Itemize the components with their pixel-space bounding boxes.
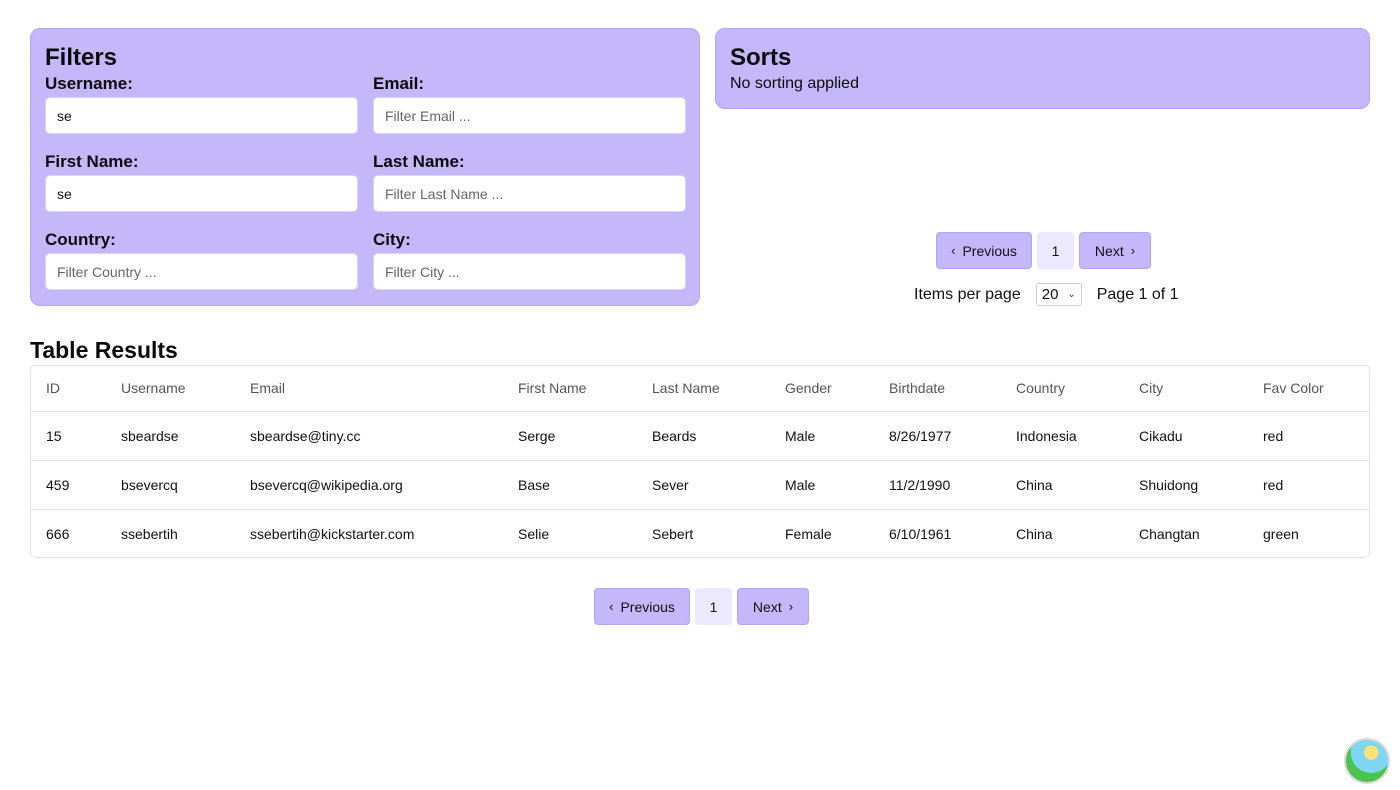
cell-last-name: Beards	[637, 411, 770, 461]
last-name-filter-input[interactable]	[373, 175, 686, 212]
cell-id: 15	[31, 411, 106, 461]
previous-label: Previous	[962, 242, 1017, 259]
cell-birthdate: 8/26/1977	[874, 411, 1001, 461]
items-per-page-select[interactable]: 20 ⌄	[1035, 283, 1082, 306]
sorts-status: No sorting applied	[730, 75, 859, 92]
chevron-down-icon: ⌄	[1067, 289, 1076, 300]
first-name-filter-input[interactable]	[45, 175, 358, 212]
cell-id: 459	[31, 460, 106, 510]
table-row: 15 sbeardse sbeardse@tiny.cc Serge Beard…	[31, 411, 1369, 461]
table-row: 666 ssebertih ssebertih@kickstarter.com …	[31, 509, 1369, 557]
cell-country: China	[1001, 460, 1124, 510]
column-header-last-name[interactable]: Last Name	[637, 366, 770, 412]
next-page-button[interactable]: Next ›	[1079, 232, 1151, 269]
results-title: Table Results	[30, 337, 178, 363]
cell-gender: Male	[770, 411, 874, 461]
column-header-birthdate[interactable]: Birthdate	[874, 366, 1001, 412]
cell-username: ssebertih	[121, 525, 178, 542]
cell-email: bsevercq@wikipedia.org	[235, 460, 503, 510]
filters-panel: Filters Username: Email: First Name: Las…	[30, 28, 700, 306]
filter-email-label: Email:	[373, 74, 425, 93]
cell-country: Indonesia	[1001, 411, 1124, 461]
cell-city: Shuidong	[1124, 460, 1248, 510]
previous-page-button[interactable]: ‹ Previous	[594, 588, 690, 625]
chevron-left-icon: ‹	[951, 243, 956, 258]
previous-page-button[interactable]: ‹ Previous	[936, 232, 1032, 269]
cell-country: China	[1016, 525, 1053, 542]
column-header-email[interactable]: Email	[235, 366, 503, 412]
cell-fav-color: red	[1248, 460, 1369, 510]
username-filter-input[interactable]	[45, 97, 358, 134]
filter-first-name-label: First Name:	[45, 152, 139, 171]
chevron-right-icon: ›	[1130, 243, 1136, 258]
country-filter-input[interactable]	[45, 253, 358, 290]
items-per-page-label: Items per page	[914, 285, 1021, 303]
filter-last-name: Last Name:	[373, 151, 686, 229]
column-header-country[interactable]: Country	[1001, 366, 1124, 412]
page-1-button[interactable]: 1	[1037, 232, 1074, 269]
cell-birthdate: 11/2/1990	[874, 460, 1001, 510]
cell-email: ssebertih@kickstarter.com	[250, 525, 415, 542]
cell-last-name: Sebert	[652, 525, 694, 542]
cell-gender: Male	[770, 460, 874, 510]
filters-title: Filters	[45, 44, 118, 71]
top-pagination: ‹ Previous 1 Next ›	[936, 232, 1151, 269]
cell-id: 666	[46, 525, 70, 542]
filter-first-name: First Name:	[45, 151, 358, 229]
results-table: ID Username Email First Name Last Name G…	[31, 366, 1369, 557]
column-header-gender[interactable]: Gender	[770, 366, 874, 412]
filter-email: Email:	[373, 73, 686, 151]
next-label: Next	[752, 598, 782, 615]
table-header-row: ID Username Email First Name Last Name G…	[31, 366, 1369, 412]
column-header-id[interactable]: ID	[31, 366, 106, 412]
sorts-title: Sorts	[730, 44, 792, 71]
filter-last-name-label: Last Name:	[373, 152, 465, 171]
cell-first-name: Selie	[518, 525, 550, 542]
chevron-right-icon: ›	[788, 599, 794, 614]
table-row: 459 bsevercq bsevercq@wikipedia.org Base…	[31, 460, 1369, 510]
cell-fav-color: green	[1263, 525, 1299, 542]
filter-grid: Username: Email: First Name: Last Name: …	[45, 73, 686, 307]
filter-username: Username:	[45, 73, 358, 151]
items-per-page-value: 20	[1041, 286, 1059, 303]
filter-username-label: Username:	[45, 74, 133, 93]
chevron-left-icon: ‹	[609, 599, 614, 614]
column-header-username[interactable]: Username	[106, 366, 235, 412]
filter-city-label: City:	[373, 230, 411, 249]
column-header-first-name[interactable]: First Name	[503, 366, 637, 412]
cell-city: Changtan	[1139, 525, 1200, 542]
results-table-container: ID Username Email First Name Last Name G…	[30, 365, 1370, 558]
island-avatar-icon[interactable]	[1344, 738, 1390, 784]
filter-country: Country:	[45, 229, 358, 307]
cell-email: sbeardse@tiny.cc	[235, 411, 503, 461]
cell-fav-color: red	[1248, 411, 1369, 461]
cell-username: bsevercq	[106, 460, 235, 510]
cell-birthdate: 6/10/1961	[889, 525, 952, 542]
column-header-city[interactable]: City	[1124, 366, 1248, 412]
previous-label: Previous	[620, 598, 675, 615]
email-filter-input[interactable]	[373, 97, 686, 134]
cell-username: sbeardse	[106, 411, 235, 461]
filter-country-label: Country:	[45, 230, 116, 249]
city-filter-input[interactable]	[373, 253, 686, 290]
next-page-button[interactable]: Next ›	[737, 588, 809, 625]
cell-last-name: Sever	[637, 460, 770, 510]
bottom-pagination: ‹ Previous 1 Next ›	[594, 588, 809, 625]
items-per-page-control: Items per page 20 ⌄ Page 1 of 1	[914, 283, 1179, 306]
page-info: Page 1 of 1	[1096, 285, 1179, 303]
page-1-button[interactable]: 1	[695, 588, 732, 625]
filter-city: City:	[373, 229, 686, 307]
cell-first-name: Base	[503, 460, 637, 510]
cell-gender: Female	[785, 525, 832, 542]
cell-first-name: Serge	[503, 411, 637, 461]
sorts-panel: Sorts No sorting applied	[715, 28, 1370, 109]
column-header-fav-color[interactable]: Fav Color	[1248, 366, 1369, 412]
next-label: Next	[1094, 242, 1124, 259]
cell-city: Cikadu	[1124, 411, 1248, 461]
